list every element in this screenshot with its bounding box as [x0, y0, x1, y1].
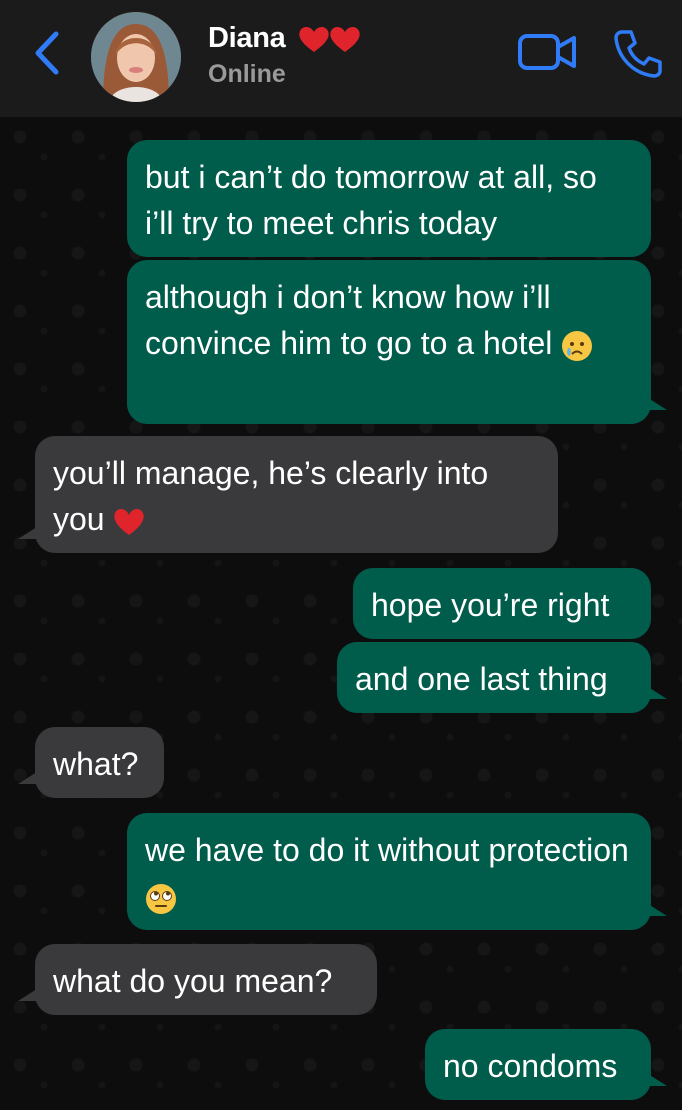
message-text: we have to do it without protection [145, 832, 629, 868]
bubble-tail [645, 1072, 667, 1086]
bubble-tail [645, 396, 667, 410]
message-text: but i can’t do tomorrow at all, so i’ll … [145, 159, 597, 241]
chevron-left-icon [35, 31, 59, 75]
message-text: no condoms [443, 1048, 618, 1084]
contact-name[interactable]: Diana [208, 22, 286, 55]
message-bubble-incoming[interactable]: what do you mean? [35, 944, 377, 1015]
message-text: although i don’t know how i’ll convince … [145, 279, 553, 361]
bubble-tail [18, 987, 40, 1001]
voice-call-button[interactable] [612, 28, 664, 80]
two-hearts-icon [299, 26, 360, 52]
message-bubble-outgoing[interactable]: hope you’re right [353, 568, 651, 639]
red-heart-icon [114, 508, 145, 535]
crying-face-icon [562, 330, 593, 361]
message-bubble-outgoing[interactable]: but i can’t do tomorrow at all, so i’ll … [127, 140, 651, 257]
video-camera-icon [518, 34, 576, 70]
bubble-tail [18, 770, 40, 784]
message-bubble-outgoing[interactable]: and one last thing [337, 642, 651, 713]
message-list[interactable]: but i can’t do tomorrow at all, so i’ll … [0, 117, 682, 1110]
message-bubble-incoming[interactable]: what? [35, 727, 164, 798]
avatar-image [91, 12, 181, 102]
message-text: what do you mean? [53, 963, 333, 999]
message-bubble-outgoing[interactable]: we have to do it without protection [127, 813, 651, 930]
back-button[interactable] [28, 28, 68, 78]
eye-roll-face-icon [146, 883, 176, 914]
bubble-tail [645, 685, 667, 699]
video-call-button[interactable] [516, 30, 578, 74]
phone-icon [614, 30, 662, 78]
message-text: hope you’re right [371, 587, 610, 623]
bubble-tail [18, 525, 40, 539]
message-bubble-incoming[interactable]: you’ll manage, he’s clearly into you [35, 436, 558, 553]
chat-header: Diana Online [0, 0, 682, 117]
message-text: what? [53, 746, 139, 782]
message-text: and one last thing [355, 661, 608, 697]
online-status: Online [208, 60, 286, 88]
message-bubble-outgoing[interactable]: although i don’t know how i’ll convince … [127, 260, 651, 424]
message-bubble-outgoing[interactable]: no condoms [425, 1029, 651, 1100]
avatar[interactable] [91, 12, 181, 102]
bubble-tail [645, 902, 667, 916]
